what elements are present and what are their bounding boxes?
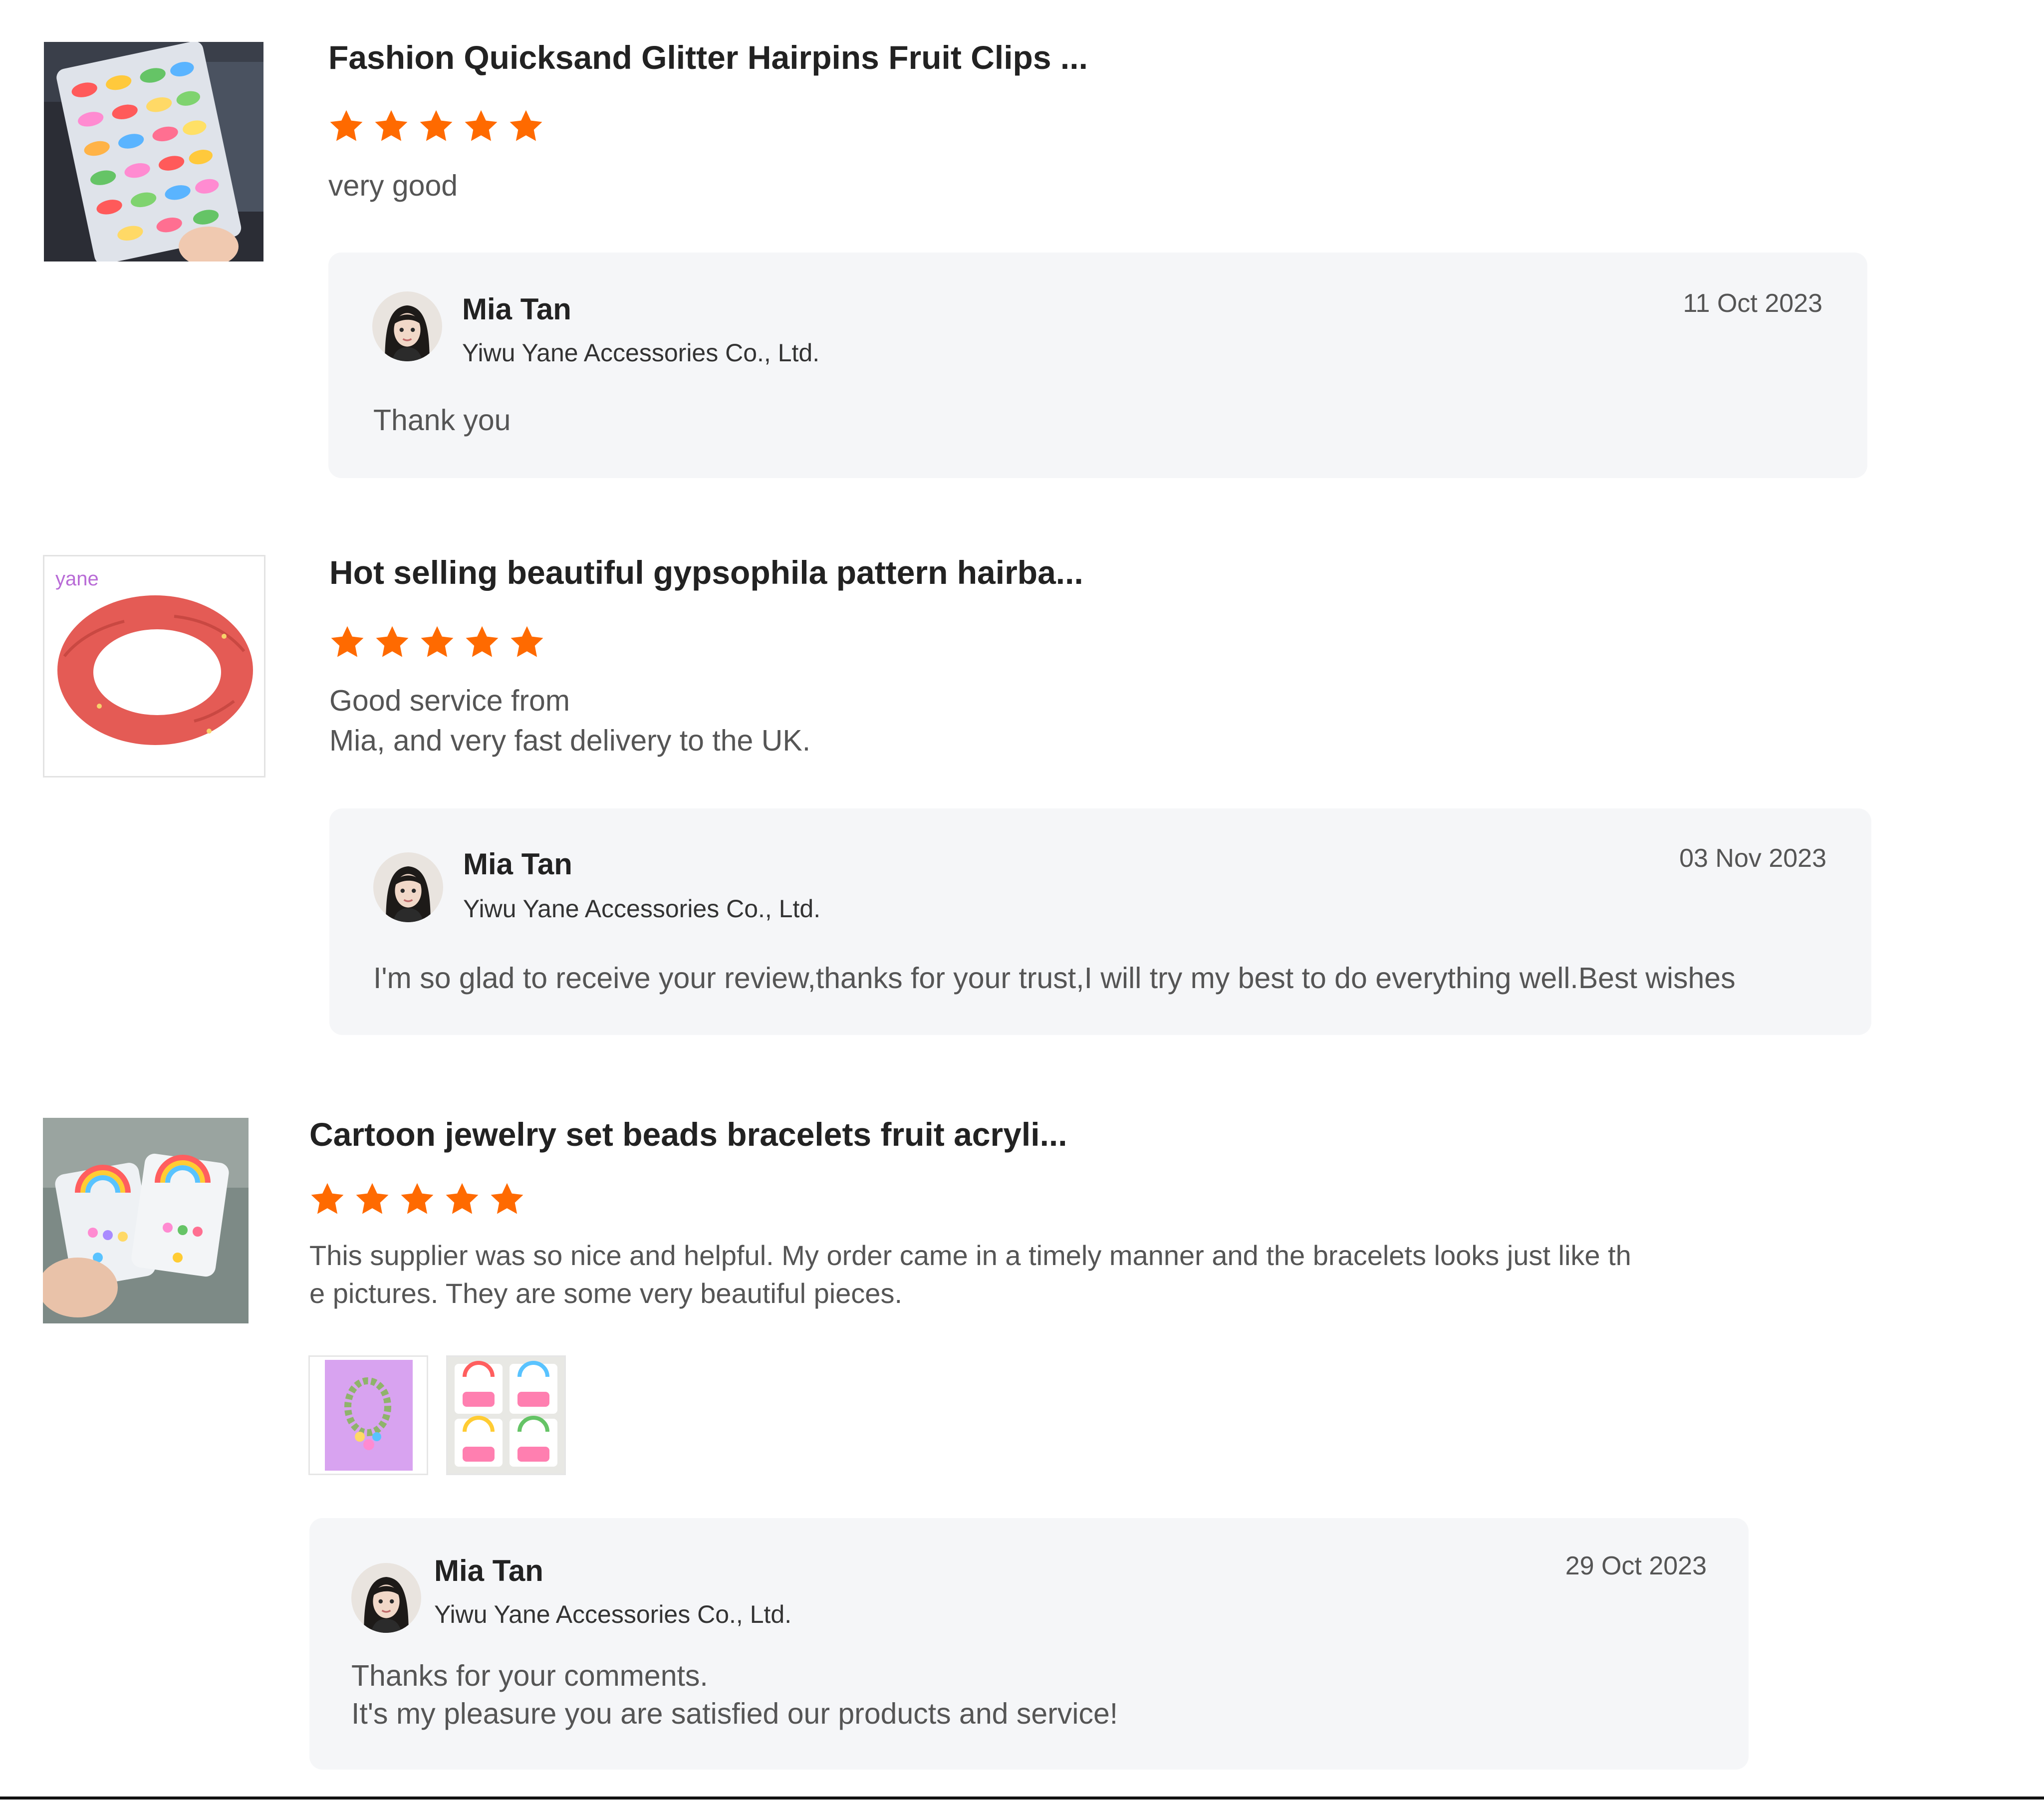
bracelet-cards-photo bbox=[448, 1357, 564, 1474]
star-icon bbox=[443, 1181, 481, 1219]
product-thumbnail-bracelets[interactable] bbox=[43, 1118, 249, 1323]
star-icon bbox=[398, 1181, 436, 1219]
review-photo-attachment[interactable] bbox=[308, 1355, 428, 1475]
product-title[interactable]: Cartoon jewelry set beads bracelets frui… bbox=[309, 1118, 1067, 1151]
review-photo-attachment[interactable] bbox=[446, 1355, 566, 1475]
bracelets-image bbox=[43, 1118, 249, 1323]
reply-date: 29 Oct 2023 bbox=[1565, 1551, 1707, 1580]
bracelet-photo bbox=[310, 1357, 427, 1474]
star-icon bbox=[353, 1181, 391, 1219]
star-rating bbox=[308, 1181, 526, 1219]
supplier-reply: Mia Tan Yiwu Yane Accessories Co., Ltd. … bbox=[309, 1518, 1749, 1770]
reply-company: Yiwu Yane Accessories Co., Ltd. bbox=[434, 1600, 792, 1628]
review-text: This supplier was so nice and helpful. M… bbox=[309, 1240, 1631, 1309]
star-icon bbox=[308, 1181, 346, 1219]
star-icon bbox=[488, 1181, 526, 1219]
reviews-page: Fashion Quicksand Glitter Hairpins Fruit… bbox=[0, 0, 2044, 1802]
avatar bbox=[351, 1563, 421, 1633]
divider bbox=[0, 1797, 2044, 1800]
review-item: Cartoon jewelry set beads bracelets frui… bbox=[0, 0, 2044, 1797]
reply-text: Thanks for your comments. It's my pleasu… bbox=[351, 1659, 1118, 1730]
reply-author-name: Mia Tan bbox=[434, 1554, 543, 1587]
